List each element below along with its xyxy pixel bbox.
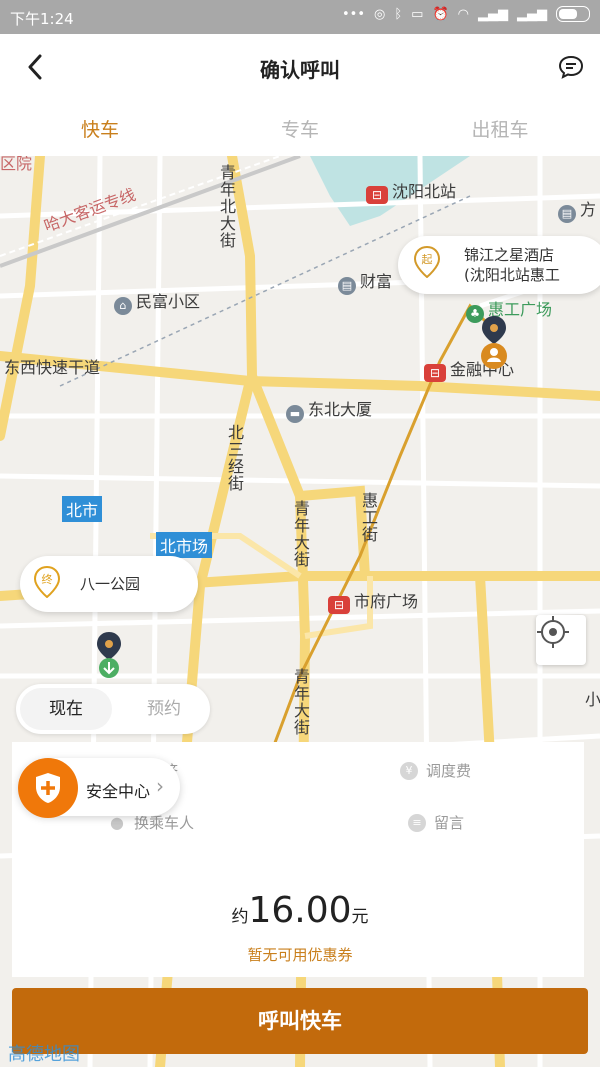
safety-center-label: 安全中心 (86, 782, 151, 801)
circle-icon: ◎ (374, 6, 386, 22)
map-label-dongbei: ▬ 东北大厦 (286, 396, 372, 423)
status-bar: 下午1:24 ••• ◎ ᛒ ▭ ⏰ ◠ ▂▄▆ ▂▄▆ (0, 0, 600, 34)
crosshair-icon (537, 616, 569, 648)
end-marker-icon (97, 632, 121, 678)
map-label-shenyang-north: ⊟ 沈阳北站 (366, 178, 456, 204)
vr-icon: ▭ (411, 6, 424, 22)
poi-icon: ▤ (558, 205, 576, 223)
price-suffix: 元 (351, 907, 369, 927)
metro-icon: ⊟ (328, 596, 350, 614)
map-label-caifu: ▤ 财富 (338, 268, 392, 295)
battery-icon (556, 6, 590, 22)
end-pin-icon: 终 (34, 566, 60, 598)
map-label-huigong-street: 惠工街 (359, 492, 378, 543)
home-icon: ⌂ (114, 297, 132, 315)
end-location-name: 八一公园 (80, 575, 141, 593)
start-pin-icon: 起 (414, 246, 440, 278)
tab-premier[interactable]: 专车 (200, 100, 400, 156)
map-label-dongxi: 东西快速干道 (4, 358, 101, 377)
signal-dots-icon: ••• (342, 6, 366, 22)
start-location-bubble[interactable]: 起 锦江之星酒店 (沈阳北站惠工 (398, 236, 600, 294)
bluetooth-icon: ᛒ (394, 6, 403, 22)
message-option[interactable]: ≡ 留言 (408, 812, 464, 833)
call-express-button[interactable]: 呼叫快车 (12, 988, 588, 1054)
map-label-shifu: ⊟ 市府广场 (328, 588, 418, 614)
price-prefix: 约 (231, 907, 249, 927)
comment-icon: ≡ (408, 813, 426, 832)
wifi-icon: ◠ (457, 6, 469, 22)
status-time: 下午1:24 (10, 10, 74, 28)
start-location-name: 锦江之星酒店 (464, 246, 555, 264)
map-label-minfu: ⌂ 民富小区 (114, 288, 200, 315)
car-type-tabs: 快车 专车 出租车 (0, 100, 600, 156)
page-title: 确认呼叫 (260, 58, 340, 82)
svg-text:终: 终 (42, 572, 53, 586)
svg-text:起: 起 (422, 253, 433, 266)
toggle-now[interactable]: 现在 (20, 688, 112, 730)
end-location-bubble[interactable]: 终 八一公园 (20, 556, 198, 612)
locate-button[interactable] (536, 615, 586, 665)
yen-icon: ¥ (400, 761, 418, 780)
dispatch-fee-option[interactable]: ¥ 调度费 (400, 760, 471, 781)
status-icons: ••• ◎ ᛒ ▭ ⏰ ◠ ▂▄▆ ▂▄▆ (342, 6, 590, 22)
map-tag-beishi: 北市 (62, 496, 103, 522)
start-marker-icon (481, 316, 507, 369)
toggle-book[interactable]: 预约 (128, 688, 200, 730)
building-icon: ▤ (338, 277, 356, 295)
alarm-icon: ⏰ (432, 6, 449, 22)
map-watermark: 高德地图 (8, 1044, 80, 1065)
nav-bar: 确认呼叫 (0, 34, 600, 100)
time-toggle: 现在 预约 (16, 684, 210, 734)
signal-icon: ▂▄▆ (478, 6, 508, 22)
person-icon: ● (110, 812, 124, 832)
hotel-icon: ▬ (286, 405, 304, 423)
safety-center-button[interactable]: 安全中心 › (18, 758, 180, 818)
metro-icon: ⊟ (366, 186, 388, 204)
map-label-beisanjing: 北三经街 (225, 424, 244, 492)
signal-icon-2: ▂▄▆ (517, 6, 547, 22)
map-label-edge-left: 区院 (0, 156, 33, 173)
start-location-detail: (沈阳北站惠工 (464, 266, 560, 284)
map-label-qingnian-north: 青年北大街 (217, 164, 236, 249)
map-label-edge-right: ▤ 方 (558, 196, 596, 223)
coupon-status[interactable]: 暂无可用优惠券 (0, 944, 600, 965)
map-tag-beishichang: 北市场 (156, 532, 213, 558)
metro-icon: ⊟ (424, 364, 446, 382)
chevron-right-icon: › (156, 774, 164, 798)
map-label-qingnian: 青年大街 (291, 500, 310, 568)
tab-taxi[interactable]: 出租车 (400, 100, 600, 156)
map-label-edge-small: 小 (585, 690, 600, 709)
message-bubble-icon (558, 55, 584, 79)
price-value: 16.00 (248, 890, 352, 931)
map-label-qingnian-2: 青年大街 (291, 668, 310, 736)
message-button[interactable] (554, 50, 588, 84)
tab-express[interactable]: 快车 (0, 100, 200, 156)
safety-shield-icon (18, 758, 78, 818)
price-estimate: 约16.00元 (0, 890, 600, 931)
